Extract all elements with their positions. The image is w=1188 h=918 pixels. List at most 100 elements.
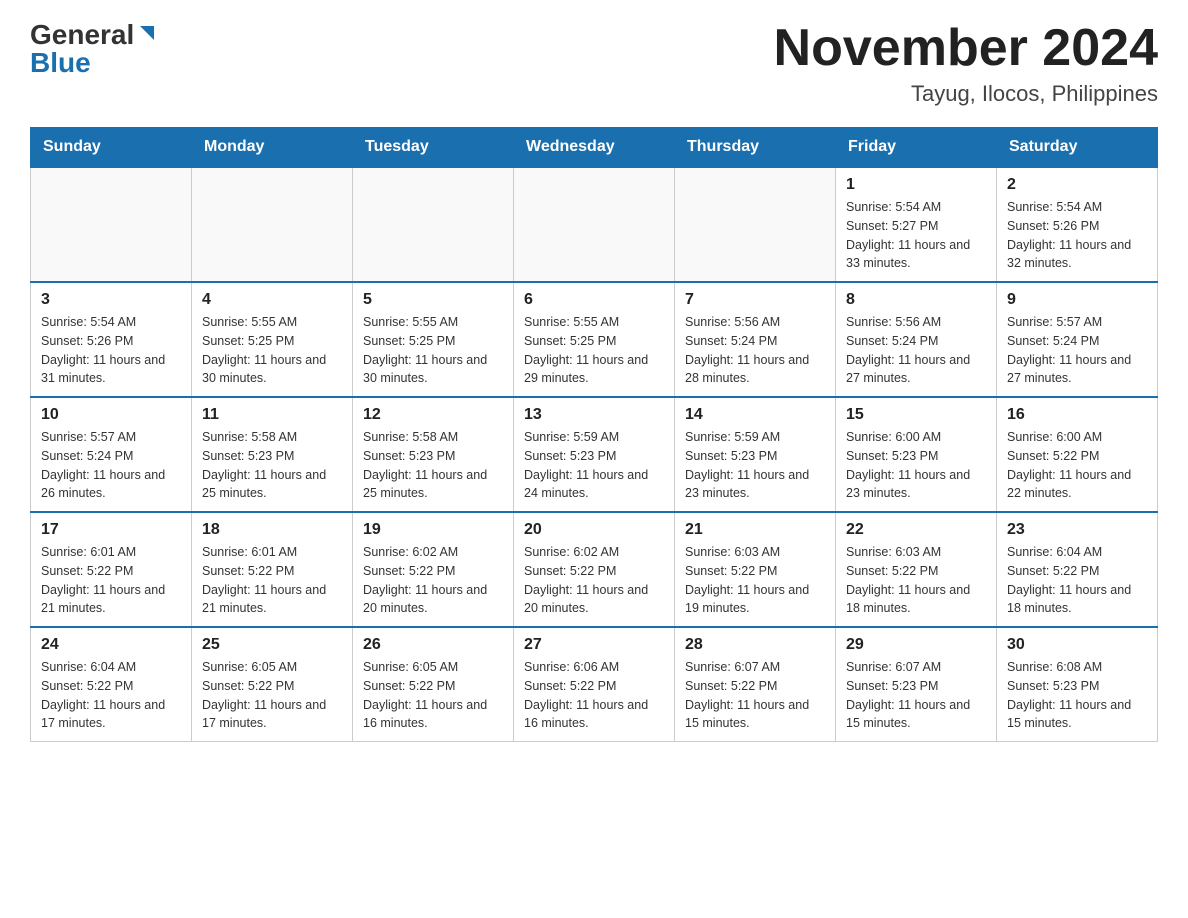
day-number: 8 xyxy=(846,291,986,309)
calendar-header-row: SundayMondayTuesdayWednesdayThursdayFrid… xyxy=(31,128,1158,168)
day-number: 10 xyxy=(41,406,181,424)
calendar-cell xyxy=(353,167,514,282)
day-info: Sunrise: 5:55 AM Sunset: 5:25 PM Dayligh… xyxy=(363,313,503,388)
day-info: Sunrise: 5:55 AM Sunset: 5:25 PM Dayligh… xyxy=(524,313,664,388)
calendar-cell xyxy=(514,167,675,282)
day-info: Sunrise: 6:02 AM Sunset: 5:22 PM Dayligh… xyxy=(524,543,664,618)
calendar-cell: 9 Sunrise: 5:57 AM Sunset: 5:24 PM Daylig… xyxy=(997,282,1158,397)
calendar-cell: 3Sunrise: 5:54 AM Sunset: 5:26 PM Daylig… xyxy=(31,282,192,397)
calendar-cell: 12 Sunrise: 5:58 AM Sunset: 5:23 PM Dayli… xyxy=(353,397,514,512)
calendar-cell: 5Sunrise: 5:55 AM Sunset: 5:25 PM Daylig… xyxy=(353,282,514,397)
calendar-header: SundayMondayTuesdayWednesdayThursdayFrid… xyxy=(31,128,1158,168)
day-number: 29 xyxy=(846,636,986,654)
day-number: 25 xyxy=(202,636,342,654)
day-number: 19 xyxy=(363,521,503,539)
day-number: 30 xyxy=(1007,636,1147,654)
day-number: 18 xyxy=(202,521,342,539)
day-info: Sunrise: 6:01 AM Sunset: 5:22 PM Dayligh… xyxy=(41,543,181,618)
day-number: 14 xyxy=(685,406,825,424)
day-info: Sunrise: 5:55 AM Sunset: 5:25 PM Dayligh… xyxy=(202,313,342,388)
day-info: Sunrise: 5:56 AM Sunset: 5:24 PM Dayligh… xyxy=(685,313,825,388)
calendar-week-row: 17Sunrise: 6:01 AM Sunset: 5:22 PM Dayli… xyxy=(31,512,1158,627)
calendar-week-row: 3Sunrise: 5:54 AM Sunset: 5:26 PM Daylig… xyxy=(31,282,1158,397)
day-number: 24 xyxy=(41,636,181,654)
day-info: Sunrise: 6:05 AM Sunset: 5:22 PM Dayligh… xyxy=(363,658,503,733)
month-title: November 2024 xyxy=(774,20,1158,77)
day-number: 28 xyxy=(685,636,825,654)
day-info: Sunrise: 6:05 AM Sunset: 5:22 PM Dayligh… xyxy=(202,658,342,733)
calendar-cell: 19Sunrise: 6:02 AM Sunset: 5:22 PM Dayli… xyxy=(353,512,514,627)
day-number: 9 xyxy=(1007,291,1147,309)
logo-blue-text: Blue xyxy=(30,49,91,77)
calendar-day-header: Sunday xyxy=(31,128,192,168)
day-info: Sunrise: 6:08 AM Sunset: 5:23 PM Dayligh… xyxy=(1007,658,1147,733)
calendar-cell: 20Sunrise: 6:02 AM Sunset: 5:22 PM Dayli… xyxy=(514,512,675,627)
day-number: 11 xyxy=(202,406,342,424)
day-number: 27 xyxy=(524,636,664,654)
day-info: Sunrise: 5:54 AM Sunset: 5:26 PM Dayligh… xyxy=(1007,198,1147,273)
calendar-day-header: Tuesday xyxy=(353,128,514,168)
day-info: Sunrise: 5:54 AM Sunset: 5:26 PM Dayligh… xyxy=(41,313,181,388)
logo: General Blue xyxy=(30,20,158,77)
day-info: Sunrise: 5:58 AM Sunset: 5:23 PM Dayligh… xyxy=(202,428,342,503)
calendar-cell: 13 Sunrise: 5:59 AM Sunset: 5:23 PM Dayli… xyxy=(514,397,675,512)
location-title: Tayug, Ilocos, Philippines xyxy=(774,81,1158,107)
day-info: Sunrise: 5:57 AM Sunset: 5:24 PM Dayligh… xyxy=(41,428,181,503)
calendar-cell: 28 Sunrise: 6:07 AM Sunset: 5:22 PM Dayli… xyxy=(675,627,836,742)
day-info: Sunrise: 5:58 AM Sunset: 5:23 PM Dayligh… xyxy=(363,428,503,503)
calendar-cell: 22Sunrise: 6:03 AM Sunset: 5:22 PM Dayli… xyxy=(836,512,997,627)
calendar-day-header: Thursday xyxy=(675,128,836,168)
day-number: 2 xyxy=(1007,176,1147,194)
title-block: November 2024 Tayug, Ilocos, Philippines xyxy=(774,20,1158,107)
calendar-cell: 7Sunrise: 5:56 AM Sunset: 5:24 PM Daylig… xyxy=(675,282,836,397)
logo-general-text: General xyxy=(30,21,134,49)
day-info: Sunrise: 5:54 AM Sunset: 5:27 PM Dayligh… xyxy=(846,198,986,273)
calendar-cell: 6Sunrise: 5:55 AM Sunset: 5:25 PM Daylig… xyxy=(514,282,675,397)
calendar-cell: 23 Sunrise: 6:04 AM Sunset: 5:22 PM Dayli… xyxy=(997,512,1158,627)
calendar-cell: 14 Sunrise: 5:59 AM Sunset: 5:23 PM Dayli… xyxy=(675,397,836,512)
day-number: 22 xyxy=(846,521,986,539)
day-info: Sunrise: 6:01 AM Sunset: 5:22 PM Dayligh… xyxy=(202,543,342,618)
logo-triangle-icon xyxy=(136,22,158,44)
calendar-cell: 16Sunrise: 6:00 AM Sunset: 5:22 PM Dayli… xyxy=(997,397,1158,512)
calendar-cell xyxy=(31,167,192,282)
day-info: Sunrise: 6:04 AM Sunset: 5:22 PM Dayligh… xyxy=(41,658,181,733)
calendar-week-row: 10 Sunrise: 5:57 AM Sunset: 5:24 PM Dayli… xyxy=(31,397,1158,512)
day-info: Sunrise: 6:07 AM Sunset: 5:22 PM Dayligh… xyxy=(685,658,825,733)
day-number: 4 xyxy=(202,291,342,309)
calendar-day-header: Friday xyxy=(836,128,997,168)
day-info: Sunrise: 5:59 AM Sunset: 5:23 PM Dayligh… xyxy=(685,428,825,503)
page-header: General Blue November 2024 Tayug, Ilocos… xyxy=(30,20,1158,107)
calendar-week-row: 1 Sunrise: 5:54 AM Sunset: 5:27 PM Daylig… xyxy=(31,167,1158,282)
day-info: Sunrise: 6:06 AM Sunset: 5:22 PM Dayligh… xyxy=(524,658,664,733)
day-info: Sunrise: 6:04 AM Sunset: 5:22 PM Dayligh… xyxy=(1007,543,1147,618)
calendar-week-row: 24 Sunrise: 6:04 AM Sunset: 5:22 PM Dayli… xyxy=(31,627,1158,742)
calendar-table: SundayMondayTuesdayWednesdayThursdayFrid… xyxy=(30,127,1158,742)
day-number: 13 xyxy=(524,406,664,424)
day-number: 23 xyxy=(1007,521,1147,539)
day-info: Sunrise: 5:57 AM Sunset: 5:24 PM Dayligh… xyxy=(1007,313,1147,388)
day-info: Sunrise: 6:00 AM Sunset: 5:23 PM Dayligh… xyxy=(846,428,986,503)
calendar-cell: 24 Sunrise: 6:04 AM Sunset: 5:22 PM Dayli… xyxy=(31,627,192,742)
calendar-cell xyxy=(192,167,353,282)
day-number: 12 xyxy=(363,406,503,424)
day-info: Sunrise: 6:07 AM Sunset: 5:23 PM Dayligh… xyxy=(846,658,986,733)
calendar-cell: 17Sunrise: 6:01 AM Sunset: 5:22 PM Dayli… xyxy=(31,512,192,627)
day-info: Sunrise: 6:03 AM Sunset: 5:22 PM Dayligh… xyxy=(685,543,825,618)
day-info: Sunrise: 5:59 AM Sunset: 5:23 PM Dayligh… xyxy=(524,428,664,503)
day-info: Sunrise: 5:56 AM Sunset: 5:24 PM Dayligh… xyxy=(846,313,986,388)
calendar-body: 1 Sunrise: 5:54 AM Sunset: 5:27 PM Daylig… xyxy=(31,167,1158,742)
calendar-cell: 15 Sunrise: 6:00 AM Sunset: 5:23 PM Dayli… xyxy=(836,397,997,512)
calendar-cell: 4 Sunrise: 5:55 AM Sunset: 5:25 PM Daylig… xyxy=(192,282,353,397)
day-number: 1 xyxy=(846,176,986,194)
calendar-cell: 1 Sunrise: 5:54 AM Sunset: 5:27 PM Daylig… xyxy=(836,167,997,282)
calendar-day-header: Monday xyxy=(192,128,353,168)
day-number: 15 xyxy=(846,406,986,424)
calendar-cell: 18 Sunrise: 6:01 AM Sunset: 5:22 PM Dayli… xyxy=(192,512,353,627)
calendar-cell: 26 Sunrise: 6:05 AM Sunset: 5:22 PM Dayli… xyxy=(353,627,514,742)
calendar-day-header: Saturday xyxy=(997,128,1158,168)
calendar-cell: 8 Sunrise: 5:56 AM Sunset: 5:24 PM Daylig… xyxy=(836,282,997,397)
calendar-cell xyxy=(675,167,836,282)
calendar-cell: 11 Sunrise: 5:58 AM Sunset: 5:23 PM Dayli… xyxy=(192,397,353,512)
day-number: 26 xyxy=(363,636,503,654)
